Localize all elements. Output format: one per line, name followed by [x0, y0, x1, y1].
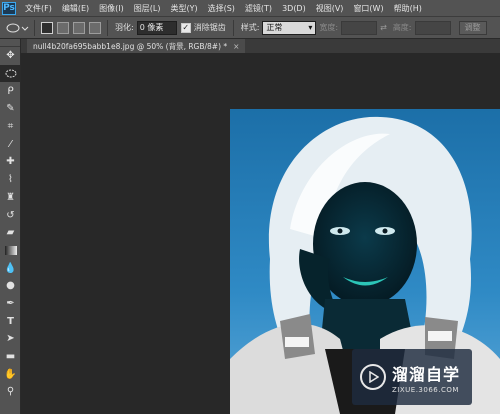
eyedropper-tool-icon[interactable]: ⁄: [0, 135, 21, 153]
feather-label: 羽化:: [115, 23, 134, 32]
clone-stamp-tool-icon[interactable]: ♜: [0, 189, 21, 207]
divider: [34, 19, 35, 36]
spot-healing-tool-icon[interactable]: ✚: [0, 153, 21, 171]
menu-help[interactable]: 帮助(H): [389, 3, 427, 14]
style-label: 样式:: [240, 23, 260, 32]
style-select[interactable]: 正常 ▾: [262, 20, 317, 35]
options-bar: 羽化: ✓ 消除锯齿 样式: 正常 ▾ 宽度: ⇄ 高度: 调整: [0, 16, 500, 39]
style-select-value: 正常: [266, 23, 283, 32]
zoom-tool-icon[interactable]: ⚲: [0, 383, 21, 401]
play-triangle: [369, 371, 379, 383]
menu-window[interactable]: 窗口(W): [348, 3, 388, 14]
width-input[interactable]: [341, 20, 378, 35]
menu-view[interactable]: 视图(V): [311, 3, 349, 14]
menu-type[interactable]: 类型(Y): [165, 3, 202, 14]
add-to-selection-button[interactable]: [57, 21, 69, 34]
hand-tool-icon[interactable]: ✋: [0, 365, 21, 383]
antialias-label: 消除锯齿: [193, 23, 226, 32]
width-label: 宽度:: [319, 23, 339, 32]
document-tab-bar: null4b20fa695babb1e8.jpg @ 50% (背景, RGB/…: [21, 39, 500, 53]
path-selection-tool-icon[interactable]: ➤: [0, 330, 21, 348]
photoshop-logo-icon: Ps: [2, 1, 16, 15]
crop-tool-icon[interactable]: ⌗: [0, 118, 21, 136]
pen-tool-icon[interactable]: ✒: [0, 295, 21, 313]
menu-edit[interactable]: 编辑(E): [57, 3, 94, 14]
type-tool-icon[interactable]: T: [0, 312, 21, 330]
menu-select[interactable]: 选择(S): [203, 3, 240, 14]
intersect-selection-button[interactable]: [89, 21, 101, 34]
elliptical-marquee-tool-icon[interactable]: [0, 64, 21, 83]
tools-panel: ✥ ᑭ ✎ ⌗ ⁄ ✚ ⌇ ♜ ↺ ▰ 💧 ● ✒ T ➤ ▬ ✋ ⚲: [0, 39, 21, 414]
menu-bar: Ps 文件(F) 编辑(E) 图像(I) 图层(L) 类型(Y) 选择(S) 滤…: [0, 0, 500, 16]
move-tool-icon[interactable]: ✥: [0, 47, 21, 65]
eraser-tool-icon[interactable]: ▰: [0, 224, 21, 242]
ellipse-shape: [5, 69, 16, 78]
height-input[interactable]: [414, 20, 451, 35]
watermark-title: 溜溜自学: [392, 364, 461, 384]
swap-icon[interactable]: ⇄: [380, 23, 387, 32]
document-tab-title: null4b20fa695babb1e8.jpg @ 50% (背景, RGB/…: [33, 41, 228, 51]
dodge-tool-icon[interactable]: ●: [0, 277, 21, 295]
gradient-swatch: [4, 245, 17, 255]
menu-3d[interactable]: 3D(D): [277, 4, 311, 13]
document-tab[interactable]: null4b20fa695babb1e8.jpg @ 50% (背景, RGB/…: [27, 39, 246, 53]
ellipse-icon: [6, 23, 29, 32]
menu-layer[interactable]: 图层(L): [129, 3, 166, 14]
quick-selection-tool-icon[interactable]: ✎: [0, 100, 21, 118]
canvas-area[interactable]: 溜溜自学 ZIXUE.3066.COM: [21, 53, 500, 414]
watermark-text: 溜溜自学 ZIXUE.3066.COM: [392, 361, 460, 394]
lasso-tool-icon[interactable]: ᑭ: [0, 82, 21, 100]
subtract-from-selection-button[interactable]: [73, 21, 85, 34]
divider: [107, 19, 108, 36]
refine-edge-button[interactable]: 调整: [458, 20, 487, 35]
menu-file[interactable]: 文件(F): [20, 3, 57, 14]
play-logo-icon: [360, 364, 386, 390]
gradient-tool-icon[interactable]: [0, 242, 21, 260]
watermark-badge: 溜溜自学 ZIXUE.3066.COM: [352, 349, 472, 405]
chevron-down-icon: ▾: [308, 23, 313, 32]
history-brush-tool-icon[interactable]: ↺: [0, 206, 21, 224]
blur-tool-icon[interactable]: 💧: [0, 259, 21, 277]
feather-input[interactable]: [136, 20, 177, 35]
new-selection-button[interactable]: [41, 21, 53, 34]
menu-image[interactable]: 图像(I): [94, 3, 129, 14]
menu-filter[interactable]: 滤镜(T): [240, 3, 277, 14]
antialias-checkbox[interactable]: ✓: [180, 22, 191, 33]
watermark-url: ZIXUE.3066.COM: [392, 385, 459, 394]
document-image[interactable]: 溜溜自学 ZIXUE.3066.COM: [230, 109, 500, 414]
panel-grip[interactable]: [0, 39, 20, 47]
divider: [232, 19, 234, 36]
close-icon[interactable]: ×: [233, 42, 239, 51]
height-label: 高度:: [392, 23, 412, 32]
brush-tool-icon[interactable]: ⌇: [0, 171, 21, 189]
rectangle-tool-icon[interactable]: ▬: [0, 348, 21, 366]
tool-preset-picker[interactable]: [4, 21, 30, 35]
